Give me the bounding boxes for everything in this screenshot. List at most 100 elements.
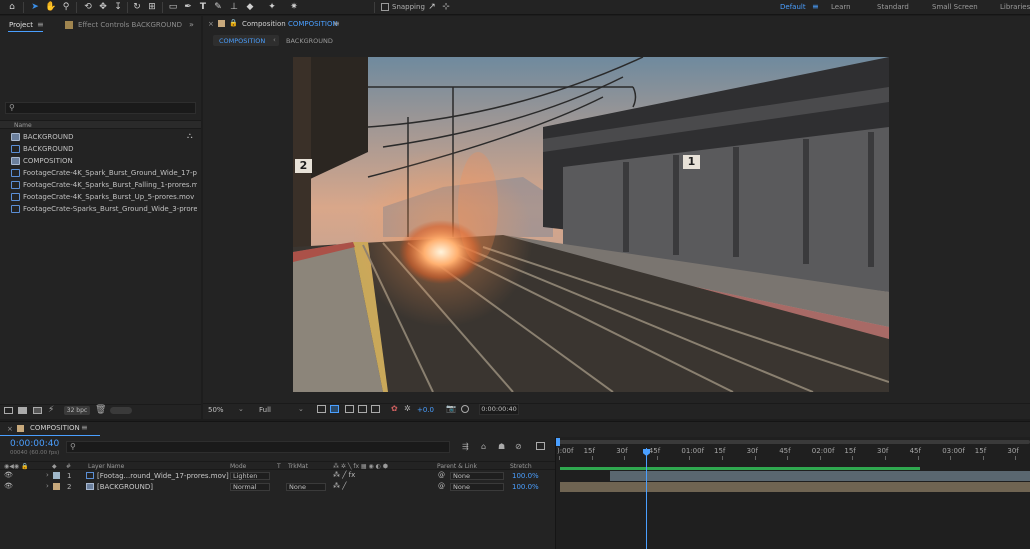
layer-label-color[interactable] (53, 472, 60, 479)
rotate-tool-icon[interactable]: ↻ (131, 1, 143, 13)
clone-stamp-tool-icon[interactable]: ⊥ (228, 1, 240, 13)
playhead-line[interactable] (646, 448, 647, 549)
layer-1-track-bar[interactable] (610, 471, 1030, 481)
workspace-menu-icon[interactable]: ≡ (812, 2, 819, 11)
lock-icon[interactable]: 🔒 (229, 19, 238, 27)
stretch-value[interactable]: 100.0% (512, 472, 539, 480)
exposure-icon[interactable]: ✲ (404, 404, 411, 413)
project-item[interactable]: BACKGROUND (11, 143, 197, 154)
project-item[interactable]: FootageCrate-4K_Spark_Burst_Ground_Wide_… (11, 167, 197, 178)
workspace-standard[interactable]: Standard (877, 3, 909, 11)
layer-2-track-bar[interactable] (560, 482, 1030, 492)
layer-label-color[interactable] (53, 483, 60, 490)
project-item[interactable]: COMPOSITION (11, 155, 197, 166)
trkmat-dropdown[interactable]: None (286, 483, 326, 491)
snap-features-icon[interactable]: ⊹ (440, 1, 452, 13)
parent-dropdown[interactable]: None (450, 483, 504, 491)
chevron-right-icon[interactable]: › (46, 471, 49, 479)
time-navigator-bar[interactable] (557, 440, 1030, 444)
blend-mode-dropdown[interactable]: Normal (230, 483, 270, 491)
panel-overflow-icon[interactable]: » (189, 20, 194, 29)
color-management-icon[interactable]: ✿ (391, 404, 398, 413)
blend-mode-dropdown[interactable]: Lighten (230, 472, 270, 480)
layer-switches-icon[interactable]: ⁂ ╱ (333, 482, 346, 490)
show-snapshot-icon[interactable] (461, 405, 469, 413)
stretch-header[interactable]: Stretch (510, 463, 532, 470)
name-column-header[interactable]: Name (14, 122, 32, 129)
pickwhip-icon[interactable]: @ (438, 471, 445, 479)
stretch-value[interactable]: 100.0% (512, 483, 539, 491)
layer-name-header[interactable]: Layer Name (88, 463, 124, 470)
type-tool-icon[interactable]: T (197, 1, 209, 13)
parent-dropdown[interactable]: None (450, 472, 504, 480)
project-item[interactable]: FootageCrate-4K_Sparks_Burst_Falling_1-p… (11, 179, 197, 190)
time-navigator-handle[interactable] (556, 438, 560, 446)
current-time-display[interactable]: 0:00:00:40 (10, 439, 59, 449)
chevron-right-icon[interactable]: › (46, 482, 49, 490)
project-item[interactable]: BACKGROUND (11, 131, 197, 142)
pan-camera-icon[interactable]: ✥ (97, 1, 109, 13)
mask-visibility-icon[interactable] (345, 405, 354, 413)
workspace-small-screen[interactable]: Small Screen (932, 3, 978, 11)
new-comp-icon[interactable] (33, 407, 42, 414)
timeline-tab[interactable]: COMPOSITION (30, 424, 80, 432)
tab-project[interactable]: Project (9, 21, 33, 29)
graph-editor-icon[interactable] (536, 442, 545, 450)
orbit-camera-icon[interactable]: ⟲ (82, 1, 94, 13)
project-search-input[interactable]: ⚲ (5, 102, 196, 114)
layer-row[interactable]: 👁 › 2 [BACKGROUND] Normal None ⁂ ╱ @ Non… (0, 482, 555, 492)
resolution-dropdown[interactable]: Full (259, 406, 271, 414)
project-item[interactable]: FootageCrate-4K_Sparks_Burst_Up_5-prores… (11, 191, 197, 202)
transparency-grid-icon[interactable] (330, 405, 339, 413)
channel-icon[interactable] (371, 405, 380, 413)
eye-icon[interactable]: 👁 (4, 482, 13, 490)
panel-menu-icon[interactable]: ≡ (81, 423, 88, 432)
breadcrumb-background[interactable]: BACKGROUND (286, 37, 333, 45)
panel-menu-icon[interactable]: ≡ (37, 20, 44, 29)
comp-tab[interactable]: Composition COMPOSITION (242, 20, 338, 28)
draft-3d-icon[interactable]: ⌂ (481, 442, 486, 451)
composition-viewer[interactable]: 2 1 (293, 57, 889, 392)
close-tab-icon[interactable]: × (208, 20, 214, 28)
workspace-default[interactable]: Default (780, 3, 806, 11)
close-tab-icon[interactable]: × (7, 425, 13, 433)
snapshot-icon[interactable]: 📷 (446, 404, 456, 413)
thumbnail-slider[interactable] (110, 407, 132, 414)
t-header[interactable]: T (277, 463, 281, 470)
zoom-tool-icon[interactable]: ⚲ (60, 1, 72, 13)
eraser-tool-icon[interactable]: ◆ (244, 1, 256, 13)
comp-mini-flowchart-icon[interactable]: ⇶ (462, 442, 469, 451)
home-icon[interactable]: ⌂ (6, 1, 18, 13)
trash-icon[interactable]: 🗑 (95, 405, 106, 415)
mode-header[interactable]: Mode (230, 463, 246, 470)
layer-switches-icon[interactable]: ⁂ ╱ fx (333, 471, 355, 479)
rectangle-tool-icon[interactable]: ▭ (167, 1, 179, 13)
flowchart-icon[interactable]: ⛬ (187, 131, 193, 141)
new-folder-icon[interactable] (18, 407, 27, 414)
work-area-bar[interactable] (560, 467, 920, 470)
puppet-tool-icon[interactable]: ✷ (288, 1, 300, 13)
shy-layers-icon[interactable]: ☗ (498, 442, 505, 451)
region-of-interest-icon[interactable] (317, 405, 326, 413)
grid-guides-icon[interactable] (358, 405, 367, 413)
timeline-search-input[interactable]: ⚲ (66, 441, 450, 453)
bpc-button[interactable]: 32 bpc (64, 406, 90, 415)
viewer-timecode[interactable]: 0:00:00:40 (479, 404, 519, 415)
interpret-footage-icon[interactable] (4, 407, 13, 414)
breadcrumb-active[interactable]: COMPOSITION ‹ (213, 35, 279, 46)
trkmat-header[interactable]: TrkMat (288, 463, 308, 470)
eye-icon[interactable]: 👁 (4, 471, 13, 479)
pen-tool-icon[interactable]: ✒ (182, 1, 194, 13)
workspace-libraries[interactable]: Libraries (1000, 3, 1030, 11)
dolly-camera-icon[interactable]: ↧ (112, 1, 124, 13)
pickwhip-icon[interactable]: @ (438, 482, 445, 490)
project-item[interactable]: FootageCrate-Sparks_Burst_Ground_Wide_3-… (11, 203, 197, 214)
hand-tool-icon[interactable]: ✋ (45, 1, 57, 13)
layer-name[interactable]: [Footag...round_Wide_17-prores.mov] (97, 472, 229, 480)
layer-row[interactable]: 👁 › 1 [Footag...round_Wide_17-prores.mov… (0, 471, 555, 481)
snapping-checkbox[interactable] (381, 3, 389, 11)
workspace-learn[interactable]: Learn (831, 3, 851, 11)
snap-edges-icon[interactable]: ↗ (426, 1, 438, 13)
layer-name[interactable]: [BACKGROUND] (97, 483, 153, 491)
parent-header[interactable]: Parent & Link (437, 463, 477, 470)
